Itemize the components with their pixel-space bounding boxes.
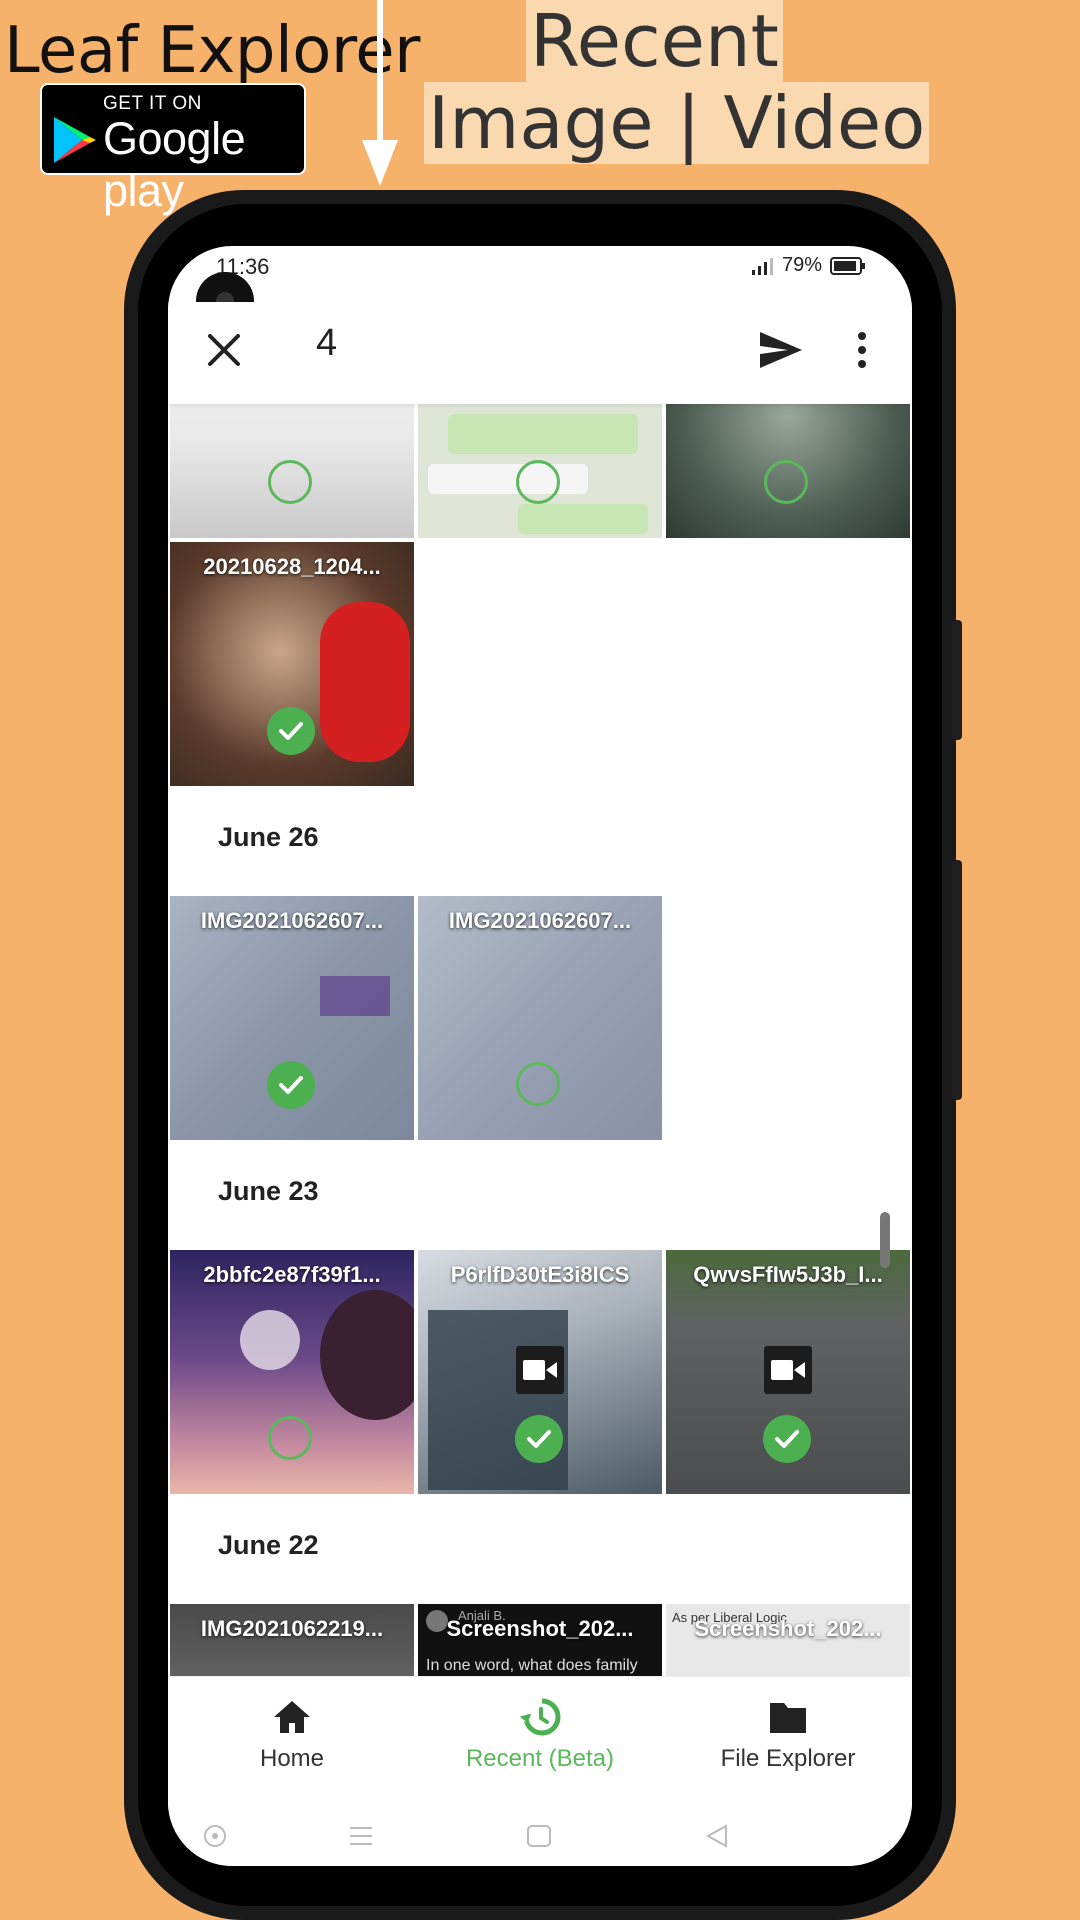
- signal-icon: [751, 257, 773, 275]
- media-tile[interactable]: 20210628_1204...: [170, 542, 414, 786]
- media-tile[interactable]: As per Liberal Logic Screenshot_202...: [666, 1604, 910, 1676]
- bottom-navigation: Home Recent (Beta) File Explorer: [168, 1676, 912, 1807]
- date-header: June 23: [218, 1176, 319, 1206]
- recent-media-grid[interactable]: 20210628_1204... June 26 IMG2021062607..…: [168, 404, 912, 1676]
- media-tile[interactable]: 2bbfc2e87f39f1...: [170, 1250, 414, 1494]
- nav-home[interactable]: Home: [168, 1695, 416, 1773]
- media-tile[interactable]: QwvsFfIw5J3b_I...: [666, 1250, 910, 1494]
- system-navigation-bar: [168, 1806, 912, 1866]
- media-tile[interactable]: [418, 404, 662, 538]
- selected-count: 4: [316, 322, 338, 364]
- unselected-circle-icon[interactable]: [268, 1416, 312, 1460]
- video-camera-icon: [764, 1346, 812, 1394]
- tile-filename: P6rlfD30tE3i8ICS: [450, 1262, 630, 1287]
- home-icon: [274, 1701, 310, 1733]
- badge-small-text: GET IT ON: [103, 93, 202, 114]
- unselected-circle-icon[interactable]: [268, 460, 312, 504]
- media-tile[interactable]: IMG2021062607...: [170, 896, 414, 1140]
- tile-filename: IMG2021062219...: [200, 1616, 384, 1641]
- tile-filename: IMG2021062607...: [200, 908, 384, 933]
- media-tile[interactable]: IMG2021062607...: [418, 896, 662, 1140]
- headline-line2: Image | Video: [424, 82, 930, 164]
- media-tile[interactable]: P6rlfD30tE3i8ICS: [418, 1250, 662, 1494]
- tile-filename: Screenshot_202...: [446, 1616, 634, 1641]
- nav-home-label: Home: [259, 1745, 325, 1772]
- tile-filename: IMG2021062607...: [448, 908, 632, 933]
- selected-check-icon[interactable]: [515, 1415, 563, 1463]
- tile-filename: QwvsFfIw5J3b_I...: [693, 1262, 883, 1287]
- home-button-icon[interactable]: [526, 1824, 552, 1848]
- play-store-icon: [54, 117, 96, 163]
- google-play-badge[interactable]: GET IT ON Google play: [40, 83, 306, 216]
- selected-check-icon[interactable]: [267, 1061, 315, 1109]
- assistant-icon[interactable]: [203, 1824, 227, 1848]
- power-button: [952, 860, 962, 1100]
- media-tile[interactable]: [666, 404, 910, 538]
- tile-caption: In one word, what does family mean to yo…: [426, 1657, 638, 1674]
- nav-file-explorer-label: File Explorer: [720, 1745, 856, 1772]
- video-camera-icon: [516, 1346, 564, 1394]
- media-tile[interactable]: Anjali B. Screenshot_202... In one word,…: [418, 1604, 662, 1676]
- send-icon[interactable]: [758, 330, 804, 370]
- date-header: June 26: [218, 822, 319, 852]
- nav-recent-label: Recent (Beta): [465, 1745, 615, 1772]
- back-icon[interactable]: [704, 1824, 730, 1848]
- more-options-icon[interactable]: [856, 330, 868, 370]
- down-arrow-icon: [362, 0, 398, 186]
- media-tile[interactable]: IMG2021062219...: [170, 1604, 414, 1676]
- nav-file-explorer[interactable]: File Explorer: [664, 1695, 912, 1773]
- nav-recent[interactable]: Recent (Beta): [416, 1695, 664, 1773]
- close-icon[interactable]: [206, 332, 242, 368]
- status-bar: 11:36 79%: [168, 246, 912, 294]
- recents-icon[interactable]: [348, 1824, 374, 1848]
- phone-screen: 11:36 79% 4 20210628_1204... June 26 IMG…: [168, 246, 912, 1866]
- unselected-circle-icon[interactable]: [516, 460, 560, 504]
- selection-toolbar: 4: [168, 302, 912, 404]
- tile-filename: 2bbfc2e87f39f1...: [203, 1262, 381, 1287]
- selected-check-icon[interactable]: [267, 707, 315, 755]
- battery-icon: [830, 256, 865, 275]
- volume-button: [952, 620, 962, 740]
- date-header: June 22: [218, 1530, 319, 1560]
- selected-check-icon[interactable]: [763, 1415, 811, 1463]
- folder-icon: [770, 1703, 806, 1733]
- tile-filename: 20210628_1204...: [203, 554, 381, 579]
- unselected-circle-icon[interactable]: [516, 1062, 560, 1106]
- battery-percent: 79%: [781, 254, 822, 276]
- headline-line1: Recent: [526, 0, 783, 82]
- unselected-circle-icon[interactable]: [764, 460, 808, 504]
- tile-filename: Screenshot_202...: [694, 1616, 882, 1641]
- scrollbar-thumb[interactable]: [880, 1212, 890, 1268]
- media-tile[interactable]: [170, 404, 414, 538]
- history-icon: [519, 1698, 561, 1736]
